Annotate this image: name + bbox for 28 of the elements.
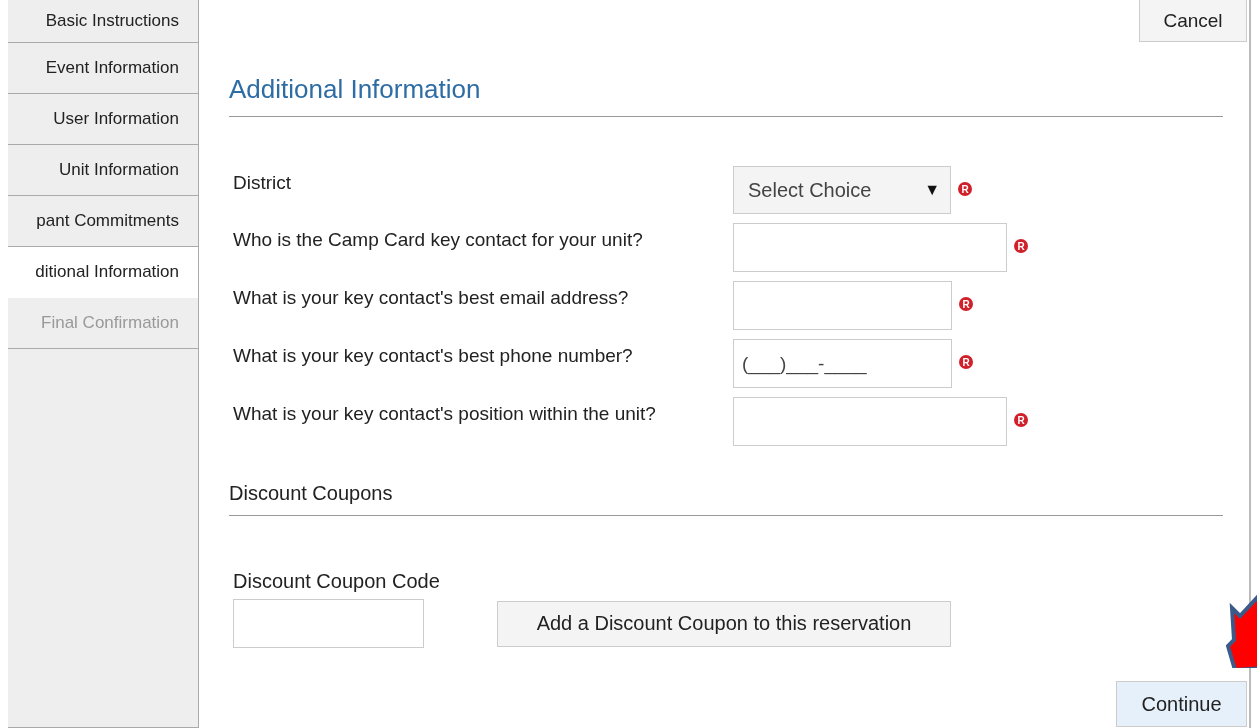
section-title: Additional Information (229, 74, 482, 106)
required-icon: R (959, 297, 973, 311)
select-dropdown[interactable]: Select Choice ▼ (733, 166, 951, 214)
field-label: What is your key contact's position within the unit? (233, 402, 657, 425)
field-label: District (233, 171, 293, 194)
sidebar-tab[interactable]: Event Information (8, 43, 198, 94)
input-field[interactable] (233, 599, 424, 648)
sidebar-tab[interactable]: Basic Instructions (8, 0, 198, 43)
sidebar-tab[interactable]: Unit Information (8, 145, 198, 196)
field-label: Who is the Camp Card key contact for your unit? (233, 228, 644, 251)
input-field[interactable] (733, 223, 1007, 272)
input-field[interactable]: (___)___-____ (733, 339, 952, 388)
required-icon: R (959, 355, 973, 369)
add-coupon-button[interactable]: Add a Discount Coupon to this reservation (497, 600, 951, 647)
required-icon: R (1014, 239, 1028, 253)
field-label: Discount Coupon Code (232, 570, 441, 593)
required-icon: R (958, 182, 972, 196)
cancel-button[interactable]: Cancel (1139, 0, 1247, 42)
section-title: Discount Coupons (229, 482, 394, 505)
input-field[interactable] (733, 397, 1007, 446)
required-icon: R (1014, 413, 1028, 427)
field-label: What is your key contact's best email address? (233, 286, 630, 309)
sidebar-tab[interactable]: User Information (8, 94, 198, 145)
sidebar-tab[interactable]: pant Commitments (8, 196, 198, 247)
caret-icon: ▼ (924, 181, 940, 199)
input-field[interactable] (733, 281, 952, 330)
continue-button[interactable]: Continue (1116, 681, 1247, 727)
field-label: What is your key contact's best phone number? (233, 344, 634, 367)
